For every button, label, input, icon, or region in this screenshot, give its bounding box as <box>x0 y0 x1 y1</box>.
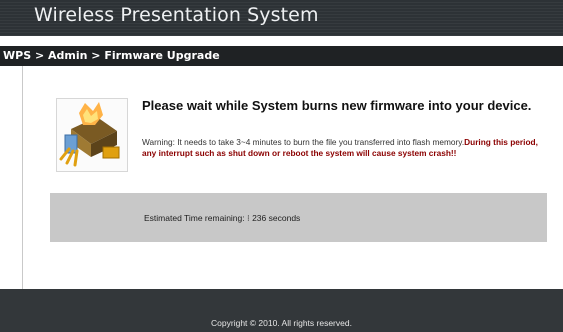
header-gap <box>0 36 563 46</box>
footer: Copyright © 2010. All rights reserved. <box>0 289 563 332</box>
breadcrumb: WPS > Admin > Firmware Upgrade <box>3 49 220 62</box>
copyright: Copyright © 2010. All rights reserved. <box>211 318 352 328</box>
estimate-row: Estimated Time remaining: ⁝ 236 seconds <box>144 213 300 224</box>
warning-message: Warning: It needs to take 3~4 minutes to… <box>142 137 552 159</box>
firmware-chip-icon <box>56 98 128 172</box>
estimate-label: Estimated Time remaining: <box>144 213 245 223</box>
app-title: Wireless Presentation System <box>34 4 319 26</box>
title-bar: Wireless Presentation System <box>0 0 563 36</box>
burn-message-heading: Please wait while System burns new firmw… <box>142 98 532 113</box>
estimate-box: Estimated Time remaining: ⁝ 236 seconds <box>50 193 547 242</box>
warning-text: Warning: It needs to take 3~4 minutes to… <box>142 137 465 147</box>
estimate-unit: seconds <box>268 213 301 223</box>
breadcrumb-bar: WPS > Admin > Firmware Upgrade <box>0 46 563 66</box>
estimate-value: 236 <box>252 213 267 223</box>
